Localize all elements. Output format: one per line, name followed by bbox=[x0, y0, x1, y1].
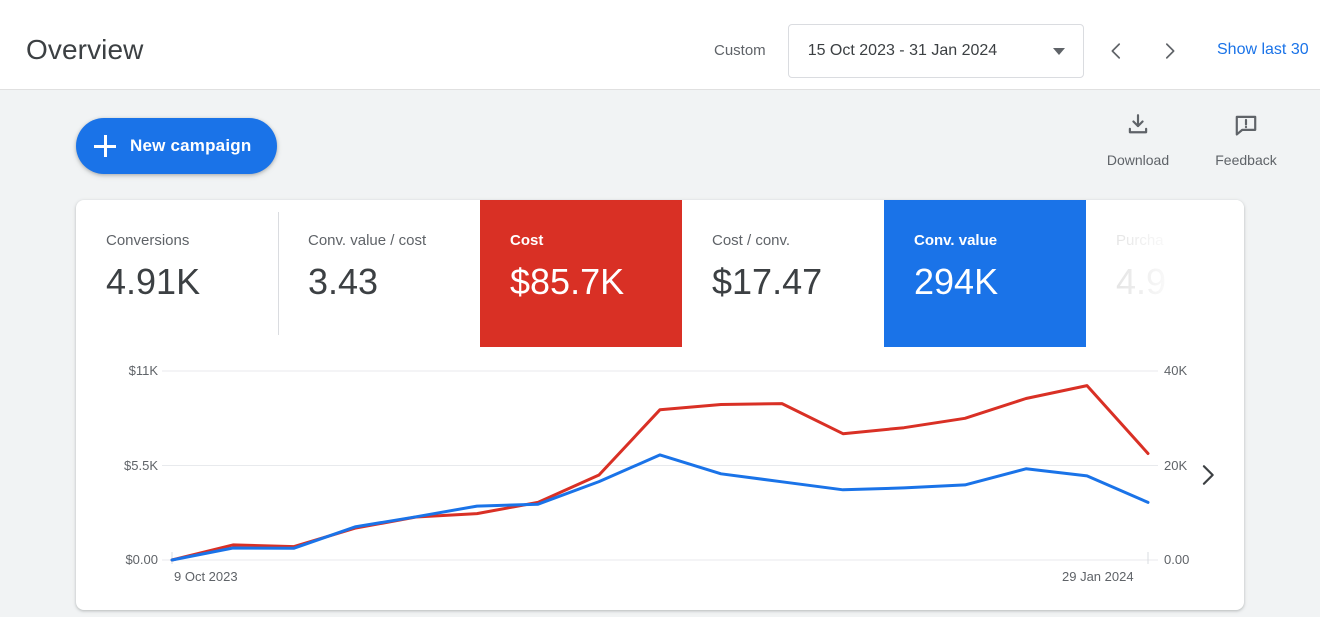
x-axis-end-label: 29 Jan 2024 bbox=[1062, 569, 1134, 584]
metric-card-label: Cost bbox=[510, 232, 544, 249]
metric-card[interactable]: Conversions 4.91K bbox=[76, 200, 278, 347]
x-axis-start-label: 9 Oct 2023 bbox=[174, 569, 238, 584]
download-button[interactable]: Download bbox=[1084, 112, 1192, 168]
y-axis-left-tick-label: $0.00 bbox=[125, 552, 158, 567]
next-period-button[interactable] bbox=[1148, 29, 1192, 73]
y-axis-right-tick-label: 20K bbox=[1164, 457, 1188, 473]
metric-card-value: 294K bbox=[914, 261, 999, 302]
feedback-label: Feedback bbox=[1215, 152, 1277, 168]
metric-card[interactable]: Conv. value / cost 3.43 bbox=[278, 200, 480, 347]
metric-card-label: Cost / conv. bbox=[712, 232, 791, 249]
metric-card[interactable]: Cost / conv. $17.47 bbox=[682, 200, 884, 347]
metric-card-value: $85.7K bbox=[510, 261, 625, 302]
previous-period-button[interactable] bbox=[1094, 29, 1138, 73]
metric-card-label: Conv. value bbox=[914, 232, 998, 249]
plus-icon bbox=[94, 135, 116, 157]
date-range-selector[interactable]: 15 Oct 2023 - 31 Jan 2024 bbox=[787, 24, 1084, 78]
date-range-label: Custom bbox=[714, 42, 766, 59]
y-axis-left-tick-label: $11K bbox=[128, 363, 158, 378]
metric-card[interactable]: Cost $85.7K bbox=[480, 200, 682, 347]
new-campaign-label: New campaign bbox=[130, 136, 252, 155]
chevron-down-icon bbox=[1052, 47, 1065, 55]
show-last-30-link[interactable]: Show last 30 bbox=[1217, 40, 1309, 60]
chart-series-line bbox=[170, 453, 1150, 562]
metric-card-label: Purcha bbox=[1116, 232, 1164, 249]
feedback-button[interactable]: Feedback bbox=[1192, 112, 1300, 168]
page-title: Overview bbox=[26, 34, 144, 65]
metric-card[interactable]: Purcha 4.9 bbox=[1086, 200, 1244, 347]
metric-card[interactable]: Conv. value 294K bbox=[884, 200, 1086, 347]
date-range-value: 15 Oct 2023 - 31 Jan 2024 bbox=[807, 42, 998, 59]
metric-card-label: Conversions bbox=[106, 232, 190, 249]
card-divider bbox=[278, 212, 279, 335]
new-campaign-button[interactable]: New campaign bbox=[76, 118, 278, 174]
download-label: Download bbox=[1106, 152, 1170, 168]
date-range-control: Custom 15 Oct 2023 - 31 Jan 2024 bbox=[714, 24, 1192, 78]
feedback-icon bbox=[1233, 112, 1259, 143]
metric-card-value: 3.43 bbox=[308, 261, 379, 302]
metric-card-value: 4.9 bbox=[1116, 261, 1167, 302]
y-axis-left-tick-label: $5.5K bbox=[124, 457, 158, 473]
performance-chart: $0.00 $5.5K $11K 0.00 20K 40K 9 Oct 2023 29 Jan… bbox=[76, 347, 1244, 610]
y-axis-right-tick-label: 0.00 bbox=[1164, 552, 1190, 567]
overview-panel: Conversions 4.91K Conv. value / cost 3.43 Co… bbox=[76, 200, 1244, 610]
top-header: Overview Custom 15 Oct 2023 - 31 Jan 202… bbox=[0, 0, 1320, 90]
metric-cards: Conversions 4.91K Conv. value / cost 3.43 Co… bbox=[76, 200, 1244, 347]
metric-card-label: Conv. value / cost bbox=[308, 232, 427, 249]
metric-card-value: $17.47 bbox=[712, 261, 823, 302]
toolbar-actions: Download Feedback bbox=[1084, 112, 1300, 168]
y-axis-right-tick-label: 40K bbox=[1164, 363, 1188, 378]
chart-series-line bbox=[170, 384, 1150, 562]
metric-card-value: 4.91K bbox=[106, 261, 201, 302]
download-icon bbox=[1125, 112, 1151, 143]
